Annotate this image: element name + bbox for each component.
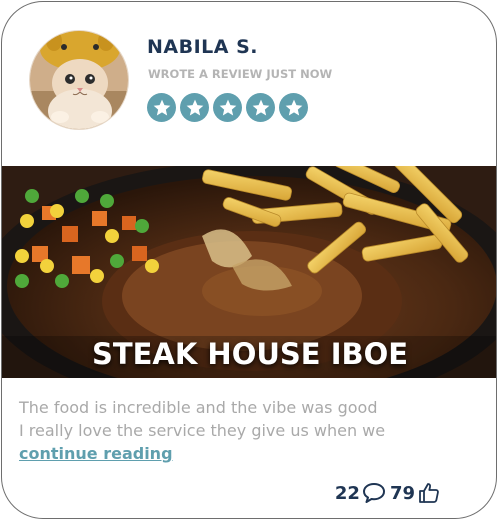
star-icon <box>213 93 242 122</box>
speech-bubble-icon[interactable] <box>362 482 386 504</box>
star-icon <box>147 93 176 122</box>
cat-avatar-icon <box>30 31 128 129</box>
star-rating <box>147 93 308 123</box>
thumbs-up-icon[interactable] <box>417 481 441 505</box>
avatar[interactable] <box>29 30 129 130</box>
comment-count: 22 <box>334 482 360 504</box>
review-card: NABILA S. WROTE A REVIEW JUST NOW STEAK … <box>1 1 497 519</box>
star-icon <box>246 93 275 122</box>
user-name[interactable]: NABILA S. <box>147 36 258 58</box>
restaurant-photo[interactable]: STEAK HOUSE IBOE <box>2 166 496 378</box>
review-text-line: I really love the service they give us w… <box>19 421 386 440</box>
review-text-line: The food is incredible and the vibe was … <box>19 398 378 417</box>
star-icon <box>180 93 209 122</box>
restaurant-name: STEAK HOUSE IBOE <box>91 337 409 371</box>
star-icon <box>279 93 308 122</box>
review-subtitle: WROTE A REVIEW JUST NOW <box>148 67 333 81</box>
review-stats: 22 79 <box>335 481 441 505</box>
review-text: The food is incredible and the vibe was … <box>19 396 479 442</box>
continue-reading-link[interactable]: continue reading <box>19 444 173 463</box>
like-count: 79 <box>389 482 415 504</box>
